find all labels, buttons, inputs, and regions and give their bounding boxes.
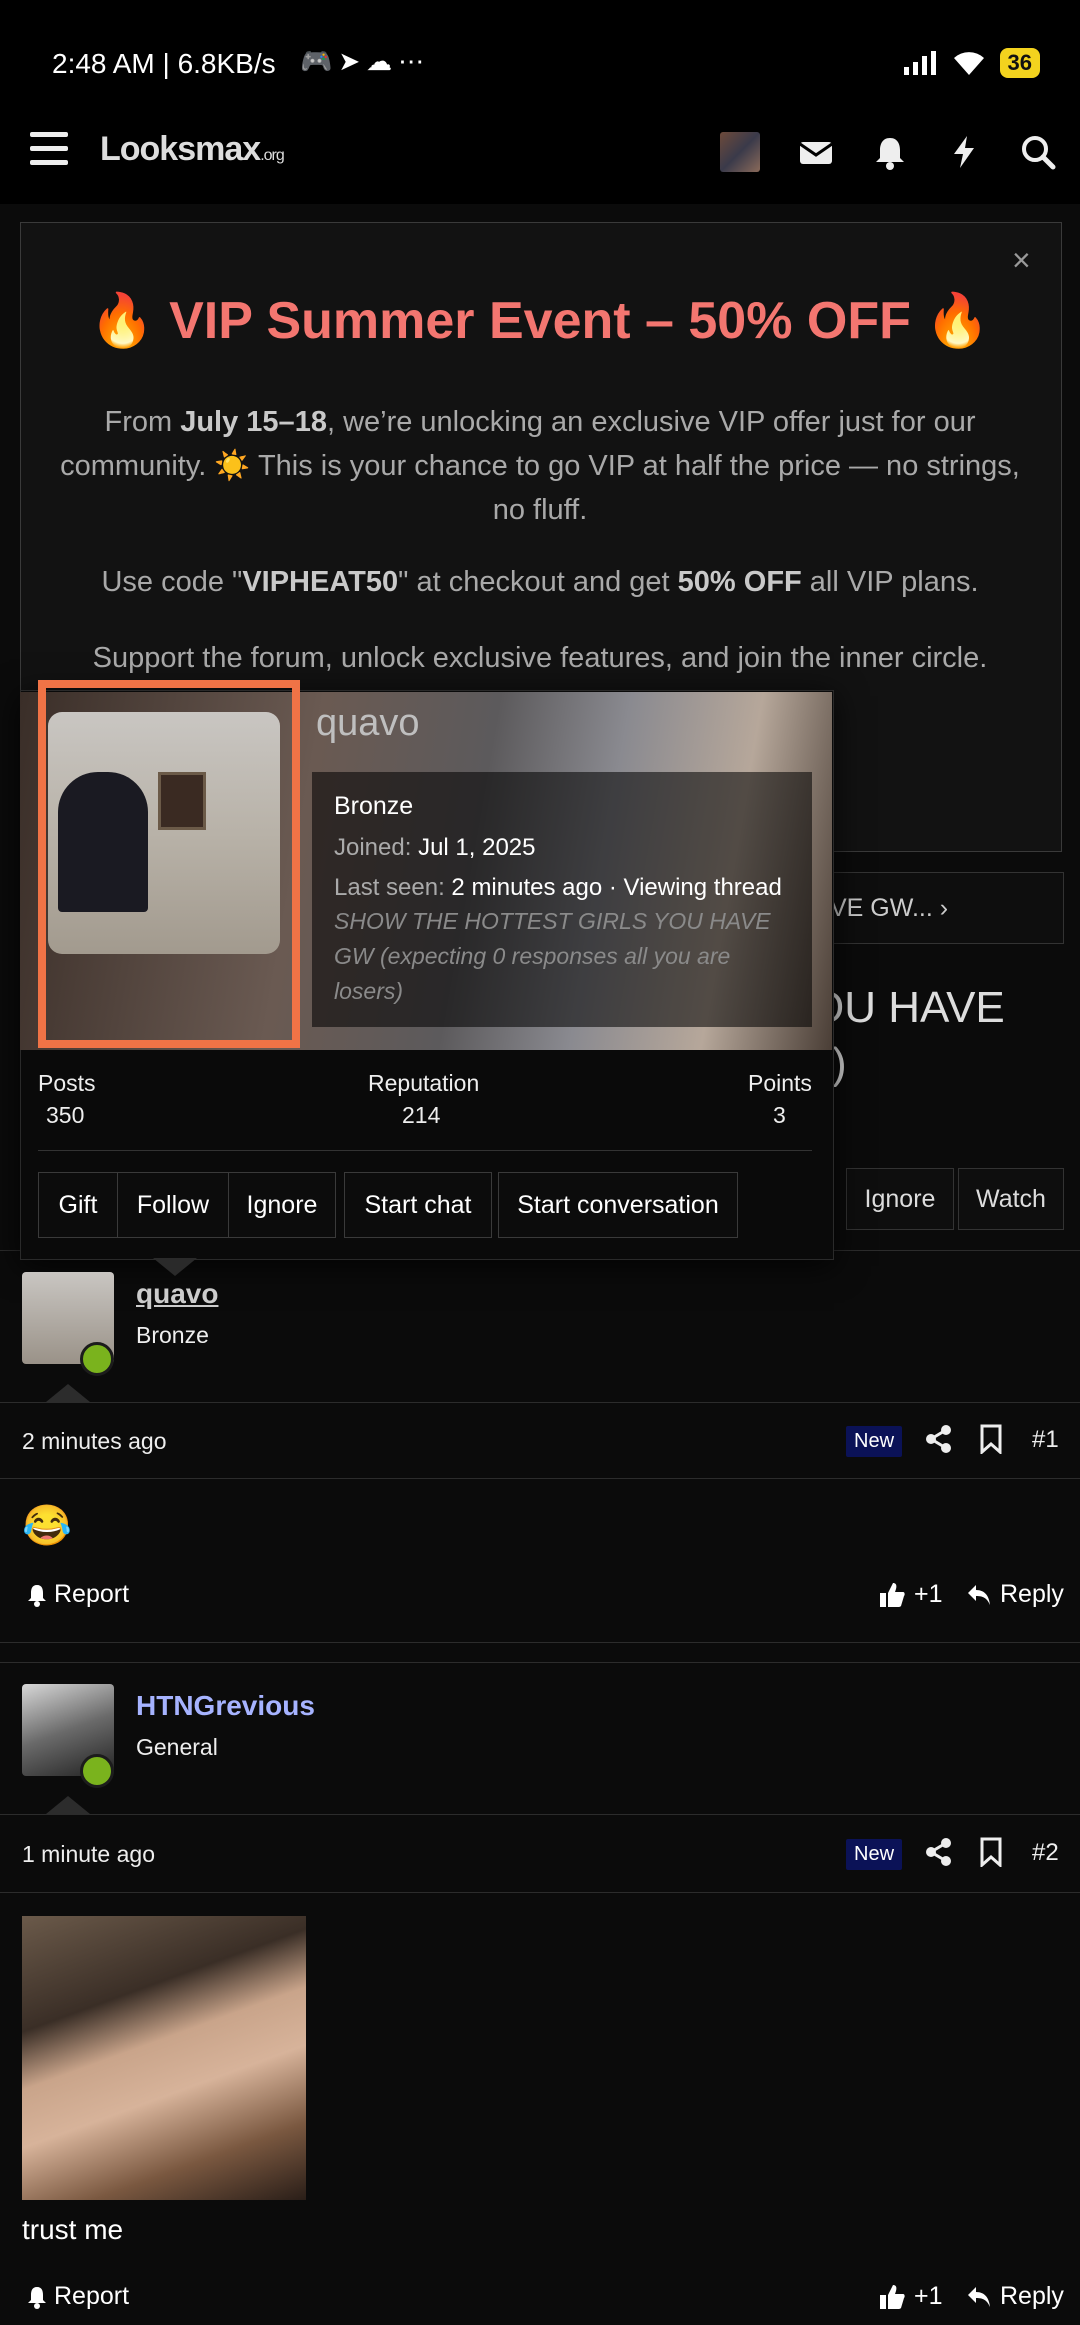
wifi-icon bbox=[953, 52, 984, 75]
site-logo[interactable]: Looksmax.org bbox=[100, 130, 285, 169]
battery-indicator: 36 bbox=[999, 48, 1040, 78]
signal-icon bbox=[903, 51, 936, 75]
bell-icon bbox=[28, 1584, 46, 1607]
banner-paragraph-code: Use code "VIPHEAT50" at checkout and get… bbox=[101, 566, 979, 598]
divider bbox=[0, 1478, 1080, 1479]
avatar-pointer bbox=[46, 1384, 90, 1402]
online-indicator bbox=[80, 1342, 114, 1376]
mail-icon[interactable] bbox=[796, 132, 836, 172]
member-rank: Bronze bbox=[334, 792, 414, 820]
menu-icon[interactable] bbox=[30, 132, 68, 166]
avatar-pointer bbox=[46, 1796, 90, 1814]
divider bbox=[0, 1402, 1080, 1403]
divider bbox=[38, 1150, 812, 1151]
report-button[interactable]: Report bbox=[26, 2282, 129, 2311]
divider bbox=[0, 1814, 1080, 1815]
thread-tab-label[interactable]: VE GW... › bbox=[830, 894, 948, 923]
post-body: trust me bbox=[22, 2214, 124, 2245]
ignore-thread-button[interactable]: Ignore bbox=[846, 1168, 954, 1230]
member-joined: Joined: Jul 1, 2025 bbox=[334, 834, 536, 861]
search-icon[interactable] bbox=[1018, 132, 1058, 172]
watch-thread-button[interactable]: Watch bbox=[958, 1168, 1064, 1230]
account-avatar[interactable] bbox=[720, 132, 760, 172]
thumbs-up-icon bbox=[880, 1582, 905, 1607]
post-number[interactable]: #1 bbox=[1032, 1426, 1059, 1454]
chevron-right-icon: › bbox=[939, 894, 949, 922]
post-time[interactable]: 1 minute ago bbox=[22, 1841, 155, 1868]
post-username[interactable]: quavo bbox=[136, 1278, 218, 1310]
status-notification-icons: 🎮➤☁⋯ bbox=[300, 46, 430, 77]
gift-button[interactable]: Gift bbox=[38, 1172, 118, 1238]
reply-icon bbox=[968, 2286, 990, 2307]
close-icon[interactable]: × bbox=[1012, 242, 1031, 279]
post-role: Bronze bbox=[136, 1322, 209, 1348]
divider bbox=[0, 1642, 1080, 1643]
new-badge: New bbox=[846, 1426, 903, 1457]
status-time: 2:48 AM | 6.8KB/s bbox=[52, 48, 276, 79]
report-button[interactable]: Report bbox=[26, 1580, 129, 1609]
follow-button[interactable]: Follow bbox=[117, 1172, 229, 1238]
start-chat-button[interactable]: Start chat bbox=[344, 1172, 492, 1238]
thumbs-up-icon bbox=[880, 2284, 905, 2309]
bolt-icon[interactable] bbox=[944, 132, 984, 172]
bookmark-icon[interactable] bbox=[978, 1837, 1004, 1867]
post-time[interactable]: 2 minutes ago bbox=[22, 1428, 166, 1455]
stat-points-value: 3 bbox=[773, 1102, 786, 1128]
cloud-icon: ☁ bbox=[366, 46, 399, 76]
like-button[interactable]: +1 bbox=[878, 1580, 943, 1609]
like-button[interactable]: +1 bbox=[878, 2282, 943, 2311]
reply-icon bbox=[968, 1584, 990, 1605]
stat-reputation-value: 214 bbox=[402, 1102, 441, 1128]
stat-posts-value: 350 bbox=[46, 1102, 85, 1128]
more-icon: ⋯ bbox=[398, 46, 431, 76]
start-conversation-button[interactable]: Start conversation bbox=[498, 1172, 738, 1238]
ignore-button[interactable]: Ignore bbox=[228, 1172, 336, 1238]
member-last-seen: Last seen: 2 minutes ago · Viewing threa… bbox=[334, 874, 782, 901]
stat-reputation-label: Reputation bbox=[368, 1070, 480, 1096]
divider bbox=[0, 1662, 1080, 1663]
thread-title: OU HAVEs) bbox=[810, 983, 1005, 1088]
divider bbox=[0, 1892, 1080, 1893]
share-icon[interactable] bbox=[924, 1424, 954, 1454]
bell-icon bbox=[28, 2286, 46, 2309]
game-icon: 🎮 bbox=[300, 46, 339, 76]
post-image[interactable] bbox=[22, 1916, 306, 2200]
new-badge: New bbox=[846, 1839, 903, 1870]
post-number[interactable]: #2 bbox=[1032, 1839, 1059, 1867]
member-username[interactable]: quavo bbox=[316, 702, 420, 745]
reply-button[interactable]: Reply bbox=[966, 2282, 1064, 2311]
member-status-message: SHOW THE HOTTEST GIRLS YOU HAVE GW (expe… bbox=[334, 908, 771, 1004]
post-body: 😂 bbox=[22, 1504, 72, 1548]
reply-button[interactable]: Reply bbox=[966, 1580, 1064, 1609]
post-username[interactable]: HTNGrevious bbox=[136, 1690, 315, 1722]
online-indicator bbox=[80, 1754, 114, 1788]
banner-title: 🔥 VIP Summer Event – 50% OFF 🔥 bbox=[89, 292, 991, 350]
bookmark-icon[interactable] bbox=[978, 1424, 1004, 1454]
stat-points-label: Points bbox=[748, 1070, 812, 1096]
tooltip-pointer bbox=[153, 1258, 197, 1276]
bell-icon[interactable] bbox=[870, 132, 910, 172]
banner-paragraph-dates: From July 15–18, we’re unlocking an excl… bbox=[60, 406, 1020, 526]
highlight-box bbox=[38, 680, 300, 1048]
stat-posts-label: Posts bbox=[38, 1070, 96, 1096]
share-icon[interactable] bbox=[924, 1837, 954, 1867]
banner-paragraph-support: Support the forum, unlock exclusive feat… bbox=[92, 642, 988, 674]
post-role: General bbox=[136, 1734, 218, 1760]
telegram-icon: ➤ bbox=[338, 46, 367, 76]
status-right: 36 bbox=[903, 48, 1040, 78]
